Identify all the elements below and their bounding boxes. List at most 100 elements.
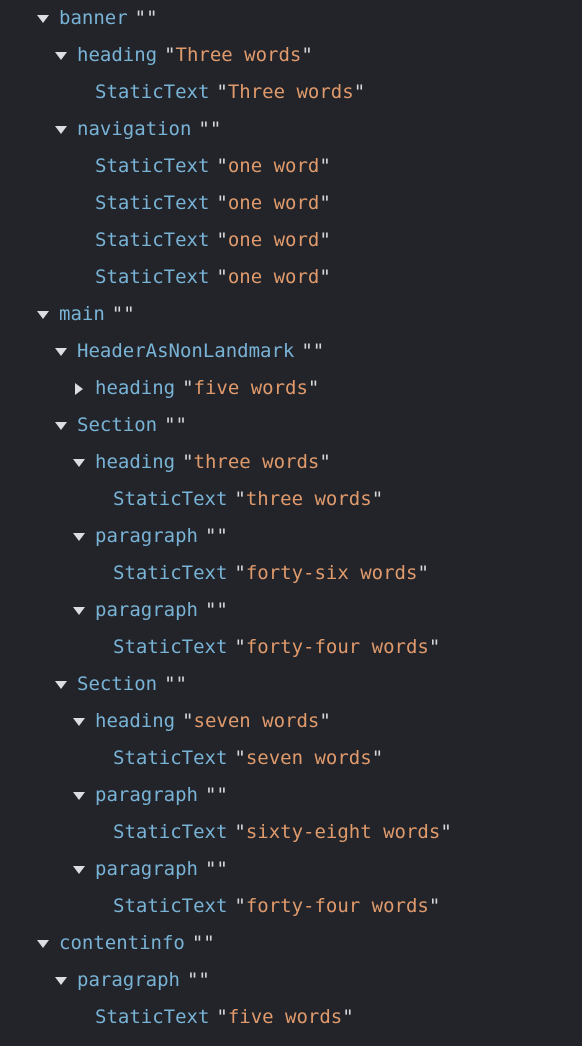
chevron-down-icon[interactable] — [70, 778, 88, 815]
chevron-right-icon[interactable] — [70, 371, 88, 408]
chevron-down-icon[interactable] — [52, 38, 70, 75]
value-open-quote: " — [204, 784, 217, 806]
value-open-quote: " — [204, 858, 217, 880]
value-close-quote: " — [319, 155, 331, 177]
tree-row[interactable]: heading "Three words" — [0, 37, 582, 74]
node-role: StaticText — [95, 192, 210, 214]
value-open-quote: " — [216, 229, 228, 251]
tree-row[interactable]: paragraph "" — [0, 777, 582, 814]
value-open-quote: " — [216, 155, 228, 177]
tree-row[interactable]: paragraph "" — [0, 518, 582, 555]
node-value: seven words — [245, 747, 372, 769]
value-close-quote: " — [301, 44, 313, 66]
tree-row[interactable]: StaticText "one word" — [0, 148, 582, 185]
accessibility-tree[interactable]: StaticText"one page"banner""heading"Thre… — [0, 0, 582, 1046]
chevron-down-icon[interactable] — [52, 112, 70, 149]
chevron-down-icon[interactable] — [52, 408, 70, 445]
node-value: seven words — [193, 710, 320, 732]
tree-row[interactable]: StaticText "one word" — [0, 185, 582, 222]
value-close-quote: " — [371, 747, 384, 769]
tree-row[interactable]: Section "" — [0, 407, 582, 444]
node-role: StaticText — [113, 747, 228, 769]
value-open-quote: " — [234, 488, 246, 510]
value-close-quote: " — [342, 1006, 354, 1028]
value-close-quote: " — [428, 895, 441, 917]
tree-row[interactable]: StaticText "sixty-eight words" — [0, 814, 582, 851]
chevron-down-icon[interactable] — [70, 704, 88, 741]
chevron-down-icon[interactable] — [70, 519, 88, 556]
chevron-down-icon[interactable] — [34, 297, 52, 334]
value-close-quote: " — [371, 488, 384, 510]
tree-row[interactable]: StaticText "one word" — [0, 259, 582, 296]
value-open-quote: " — [182, 710, 194, 732]
triangle-down-glyph — [73, 865, 85, 874]
tree-row[interactable]: StaticText "five words" — [0, 999, 582, 1036]
node-value: forty-four words — [245, 636, 429, 658]
node-role: paragraph — [95, 599, 198, 621]
tree-row[interactable]: StaticText "one word" — [0, 222, 582, 259]
value-open-quote: " — [186, 969, 199, 991]
value-close-quote: " — [353, 81, 366, 103]
value-close-quote: " — [319, 451, 331, 473]
tree-row[interactable]: contentinfo "" — [0, 925, 582, 962]
tree-row[interactable]: StaticText "forty-four words" — [0, 629, 582, 666]
node-value: forty-six words — [245, 562, 418, 584]
value-close-quote: " — [312, 340, 325, 362]
tree-row[interactable]: paragraph "" — [0, 592, 582, 629]
tree-row[interactable]: StaticText "forty-four words" — [0, 888, 582, 925]
chevron-down-icon[interactable] — [52, 667, 70, 704]
chevron-down-icon[interactable] — [34, 1, 52, 38]
value-close-quote: " — [209, 118, 222, 140]
chevron-down-icon[interactable] — [70, 593, 88, 630]
chevron-down-icon[interactable] — [34, 926, 52, 963]
chevron-down-icon[interactable] — [70, 852, 88, 889]
value-close-quote: " — [319, 229, 331, 251]
value-open-quote: " — [216, 1006, 228, 1028]
tree-row[interactable]: paragraph "" — [0, 851, 582, 888]
node-value: one word — [227, 192, 320, 214]
value-open-quote: " — [234, 636, 246, 658]
node-role: heading — [95, 451, 176, 473]
node-role: HeaderAsNonLandmark — [77, 340, 295, 362]
value-close-quote: " — [203, 932, 215, 954]
chevron-down-icon[interactable] — [70, 445, 88, 482]
node-value: one word — [227, 266, 320, 288]
tree-row[interactable]: StaticText "seven words" — [0, 740, 582, 777]
tree-row[interactable]: paragraph "" — [0, 962, 582, 999]
triangle-down-glyph — [55, 421, 67, 430]
node-value: three words — [245, 488, 372, 510]
node-role: StaticText — [113, 895, 228, 917]
tree-row[interactable]: heading "three words" — [0, 444, 582, 481]
node-value: five words — [227, 1006, 343, 1028]
value-open-quote: " — [182, 451, 194, 473]
triangle-down-glyph — [37, 14, 49, 23]
value-close-quote: " — [216, 599, 228, 621]
value-open-quote: " — [234, 895, 246, 917]
tree-row[interactable]: StaticText "Three words" — [0, 74, 582, 111]
tree-row[interactable]: HeaderAsNonLandmark "" — [0, 333, 582, 370]
value-open-quote: " — [111, 303, 124, 325]
chevron-down-icon[interactable] — [52, 334, 70, 371]
chevron-down-icon[interactable] — [52, 963, 70, 1000]
value-open-quote: " — [234, 562, 246, 584]
node-value: three words — [193, 451, 320, 473]
node-value: five words — [193, 377, 308, 399]
node-role: paragraph — [95, 525, 198, 547]
tree-row[interactable]: StaticText "forty-six words" — [0, 555, 582, 592]
triangle-down-glyph — [73, 532, 85, 541]
node-role: navigation — [77, 118, 192, 140]
tree-row[interactable]: main "" — [0, 296, 582, 333]
value-close-quote: " — [319, 710, 331, 732]
node-value: one word — [227, 155, 320, 177]
node-role: main — [59, 303, 105, 325]
tree-row[interactable]: StaticText "three words" — [0, 481, 582, 518]
tree-row[interactable]: banner "" — [0, 0, 582, 37]
value-open-quote: " — [204, 599, 217, 621]
tree-row[interactable]: heading "seven words" — [0, 703, 582, 740]
triangle-down-glyph — [73, 606, 85, 615]
node-role: banner — [59, 7, 128, 29]
value-close-quote: " — [175, 414, 187, 436]
tree-row[interactable]: navigation "" — [0, 111, 582, 148]
tree-row[interactable]: heading "five words" — [0, 370, 582, 407]
tree-row[interactable]: Section "" — [0, 666, 582, 703]
